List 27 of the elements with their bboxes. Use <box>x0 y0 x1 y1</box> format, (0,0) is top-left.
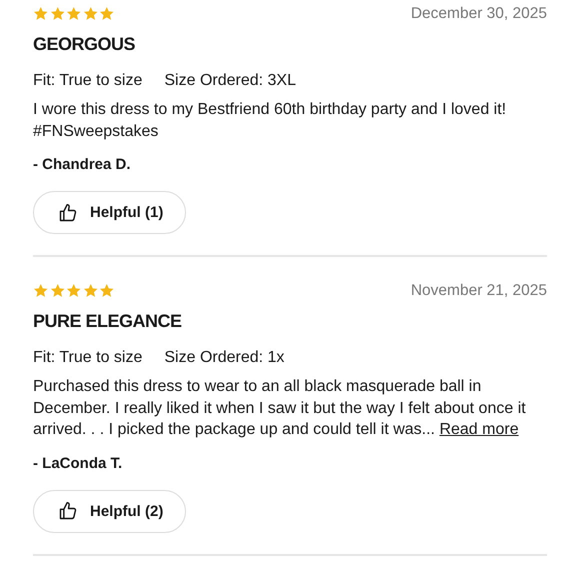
fit-label: Fit: True to size <box>33 349 142 367</box>
review-author: - Chandrea D. <box>33 156 132 173</box>
star-icon <box>99 283 114 299</box>
star-icon <box>50 6 65 22</box>
thumbs-up-icon <box>58 202 78 222</box>
helpful-button[interactable]: Helpful (1) <box>33 191 186 234</box>
thumbs-up-icon <box>58 501 78 521</box>
review-title: GEORGOUS <box>33 34 136 55</box>
star-icon <box>50 283 65 299</box>
star-icon <box>99 6 114 22</box>
star-icon <box>66 6 82 22</box>
helpful-button[interactable]: Helpful (2) <box>33 490 186 532</box>
review-date: December 30, 2025 <box>410 5 547 23</box>
star-icon <box>82 283 98 299</box>
fit-label: Fit: True to size <box>33 72 142 90</box>
review-date: November 21, 2025 <box>410 282 547 300</box>
star-icon <box>33 6 48 22</box>
review-text: I wore this dress to my Bestfriend 60th birthday party and I loved it! #FNSweepstakes <box>33 100 508 142</box>
size-label: Size Ordered: 3XL <box>164 72 296 90</box>
review-author: - LaConda T. <box>33 454 124 472</box>
size-label: Size Ordered: 1x <box>164 349 284 367</box>
star-icon <box>82 6 98 22</box>
star-icon <box>66 283 82 299</box>
read-more-link[interactable]: Read more <box>439 421 519 438</box>
review-title: PURE ELEGANCE <box>33 311 183 332</box>
star-icon <box>33 283 48 299</box>
review-text: Purchased this dress to wear to an all black masquerade ball in December. I really liked it when I saw it but the way I felt about once it arrived. . . I picked the package up and could tell it was... Read more <box>33 377 527 440</box>
